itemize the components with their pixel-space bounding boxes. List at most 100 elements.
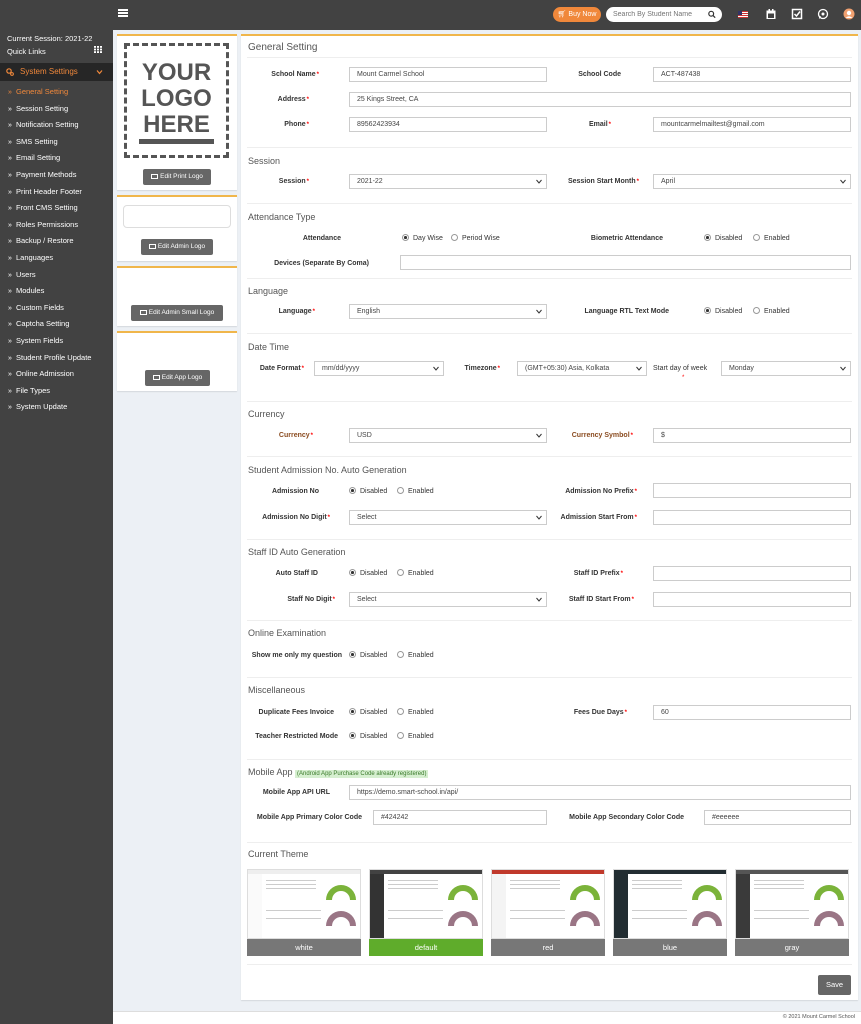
theme-preview: [247, 869, 361, 939]
staff-prefix-label: Staff ID Prefix*: [573, 570, 623, 577]
divider: [247, 842, 852, 843]
sidebar-item-notification-setting[interactable]: » Notification Setting: [0, 117, 113, 134]
quick-links[interactable]: Quick Links: [7, 47, 46, 56]
sidebar-item-roles-permissions[interactable]: » Roles Permissions: [0, 217, 113, 234]
biometric-enabled-radio[interactable]: Enabled: [753, 234, 790, 242]
teacher-restricted-enabled-radio[interactable]: Enabled: [397, 732, 434, 740]
timezone-select[interactable]: (GMT+05:30) Asia, Kolkata: [517, 361, 647, 376]
divider: [247, 333, 852, 334]
calendar-icon[interactable]: [765, 8, 777, 20]
show-question-disabled-radio[interactable]: Disabled: [349, 651, 387, 659]
staff-digit-select[interactable]: Select: [349, 592, 547, 607]
sidebar-item-system-fields[interactable]: » System Fields: [0, 333, 113, 350]
chevron-right-icon: »: [8, 321, 12, 329]
user-avatar-icon[interactable]: [843, 8, 855, 20]
admission-start-input[interactable]: [653, 510, 851, 525]
teacher-restricted-disabled-radio[interactable]: Disabled: [349, 732, 387, 740]
edit-app-logo-button[interactable]: Edit App Logo: [145, 370, 210, 386]
address-input[interactable]: 25 Kings Street, CA: [349, 92, 851, 107]
grid-icon[interactable]: [94, 46, 102, 53]
theme-red[interactable]: red: [491, 869, 605, 957]
language-label: Language*: [278, 308, 315, 315]
staff-prefix-input[interactable]: [653, 566, 851, 581]
theme-preview: [613, 869, 727, 939]
chevron-down-icon: [536, 309, 542, 314]
admission-disabled-radio[interactable]: Disabled: [349, 487, 387, 495]
sidebar-item-file-types[interactable]: » File Types: [0, 383, 113, 400]
sidebar-item-online-admission[interactable]: » Online Admission: [0, 366, 113, 383]
chevron-right-icon: »: [8, 155, 12, 163]
school-code-label: School Code: [578, 71, 621, 78]
primary-color-input[interactable]: #424242: [373, 810, 547, 825]
theme-blue[interactable]: blue: [613, 869, 727, 957]
sidebar-item-modules[interactable]: » Modules: [0, 283, 113, 300]
chevron-down-icon: [433, 366, 439, 371]
staff-id-enabled-radio[interactable]: Enabled: [397, 569, 434, 577]
currency-select[interactable]: USD: [349, 428, 547, 443]
sidebar-item-general-setting[interactable]: » General Setting: [0, 84, 113, 101]
email-input[interactable]: mountcarmelmailtest@gmail.com: [653, 117, 851, 132]
purchase-code-badge: (Android App Purchase Code already regis…: [295, 770, 429, 778]
admission-enabled-radio[interactable]: Enabled: [397, 487, 434, 495]
sidebar-item-student-profile-update[interactable]: » Student Profile Update: [0, 350, 113, 367]
chevron-right-icon: »: [8, 122, 12, 130]
date-format-select[interactable]: mm/dd/yyyy: [314, 361, 444, 376]
api-url-input[interactable]: https://demo.smart-school.in/api/: [349, 785, 851, 800]
session-select[interactable]: 2021-22: [349, 174, 547, 189]
attendance-period-wise-radio[interactable]: Period Wise: [451, 234, 500, 242]
save-button[interactable]: Save: [818, 975, 851, 995]
sidebar-item-print-header-footer[interactable]: » Print Header Footer: [0, 184, 113, 201]
divider: [247, 203, 852, 204]
search-input[interactable]: [606, 7, 700, 22]
start-day-select[interactable]: Monday: [721, 361, 851, 376]
show-question-enabled-radio[interactable]: Enabled: [397, 651, 434, 659]
theme-gray[interactable]: gray: [735, 869, 849, 957]
currency-symbol-input[interactable]: $: [653, 428, 851, 443]
theme-white[interactable]: white: [247, 869, 361, 957]
staff-id-disabled-radio[interactable]: Disabled: [349, 569, 387, 577]
rtl-disabled-radio[interactable]: Disabled: [704, 307, 742, 315]
divider: [247, 539, 852, 540]
sidebar-item-custom-fields[interactable]: » Custom Fields: [0, 300, 113, 317]
sidebar-item-sms-setting[interactable]: » SMS Setting: [0, 134, 113, 151]
language-select[interactable]: English: [349, 304, 547, 319]
sidebar-item-users[interactable]: » Users: [0, 267, 113, 284]
sidebar-item-session-setting[interactable]: » Session Setting: [0, 101, 113, 118]
whatsapp-icon[interactable]: [817, 8, 829, 20]
staff-start-input[interactable]: [653, 592, 851, 607]
search-icon[interactable]: [708, 10, 716, 19]
secondary-color-input[interactable]: #eeeeee: [704, 810, 851, 825]
attendance-day-wise-radio[interactable]: Day Wise: [402, 234, 443, 242]
sidebar-item-payment-methods[interactable]: » Payment Methods: [0, 167, 113, 184]
sidebar-item-email-setting[interactable]: » Email Setting: [0, 150, 113, 167]
rtl-enabled-radio[interactable]: Enabled: [753, 307, 790, 315]
system-settings-menu[interactable]: System Settings: [0, 63, 113, 81]
sidebar-item-languages[interactable]: » Languages: [0, 250, 113, 267]
school-code-input[interactable]: ACT-487438: [653, 67, 851, 82]
school-name-input[interactable]: Mount Carmel School: [349, 67, 547, 82]
auto-staff-id-label: Auto Staff ID: [275, 570, 318, 577]
edit-print-logo-button[interactable]: Edit Print Logo: [143, 169, 211, 185]
phone-input[interactable]: 89562423934: [349, 117, 547, 132]
duplicate-fees-enabled-radio[interactable]: Enabled: [397, 708, 434, 716]
admission-prefix-input[interactable]: [653, 483, 851, 498]
flag-icon[interactable]: [737, 8, 749, 20]
theme-default[interactable]: default: [369, 869, 483, 957]
sidebar-item-front-cms-setting[interactable]: » Front CMS Setting: [0, 200, 113, 217]
biometric-disabled-radio[interactable]: Disabled: [704, 234, 742, 242]
devices-input[interactable]: [400, 255, 851, 270]
sidebar-item-captcha-setting[interactable]: » Captcha Setting: [0, 316, 113, 333]
menu-toggle-icon[interactable]: [118, 9, 128, 17]
checkbox-icon[interactable]: [791, 8, 803, 20]
sidebar-item-backup-restore[interactable]: » Backup / Restore: [0, 233, 113, 250]
admission-digit-select[interactable]: Select: [349, 510, 547, 525]
fees-due-days-input[interactable]: 60: [653, 705, 851, 720]
buy-now-button[interactable]: 🛒︎ Buy Now: [553, 7, 601, 22]
edit-admin-small-logo-button[interactable]: Edit Admin Small Logo: [131, 305, 223, 321]
sidebar-item-system-update[interactable]: » System Update: [0, 399, 113, 416]
session-start-month-select[interactable]: April: [653, 174, 851, 189]
duplicate-fees-disabled-radio[interactable]: Disabled: [349, 708, 387, 716]
fees-due-days-label: Fees Due Days*: [573, 709, 627, 716]
edit-admin-logo-button[interactable]: Edit Admin Logo: [141, 239, 213, 255]
theme-preview: [735, 869, 849, 939]
